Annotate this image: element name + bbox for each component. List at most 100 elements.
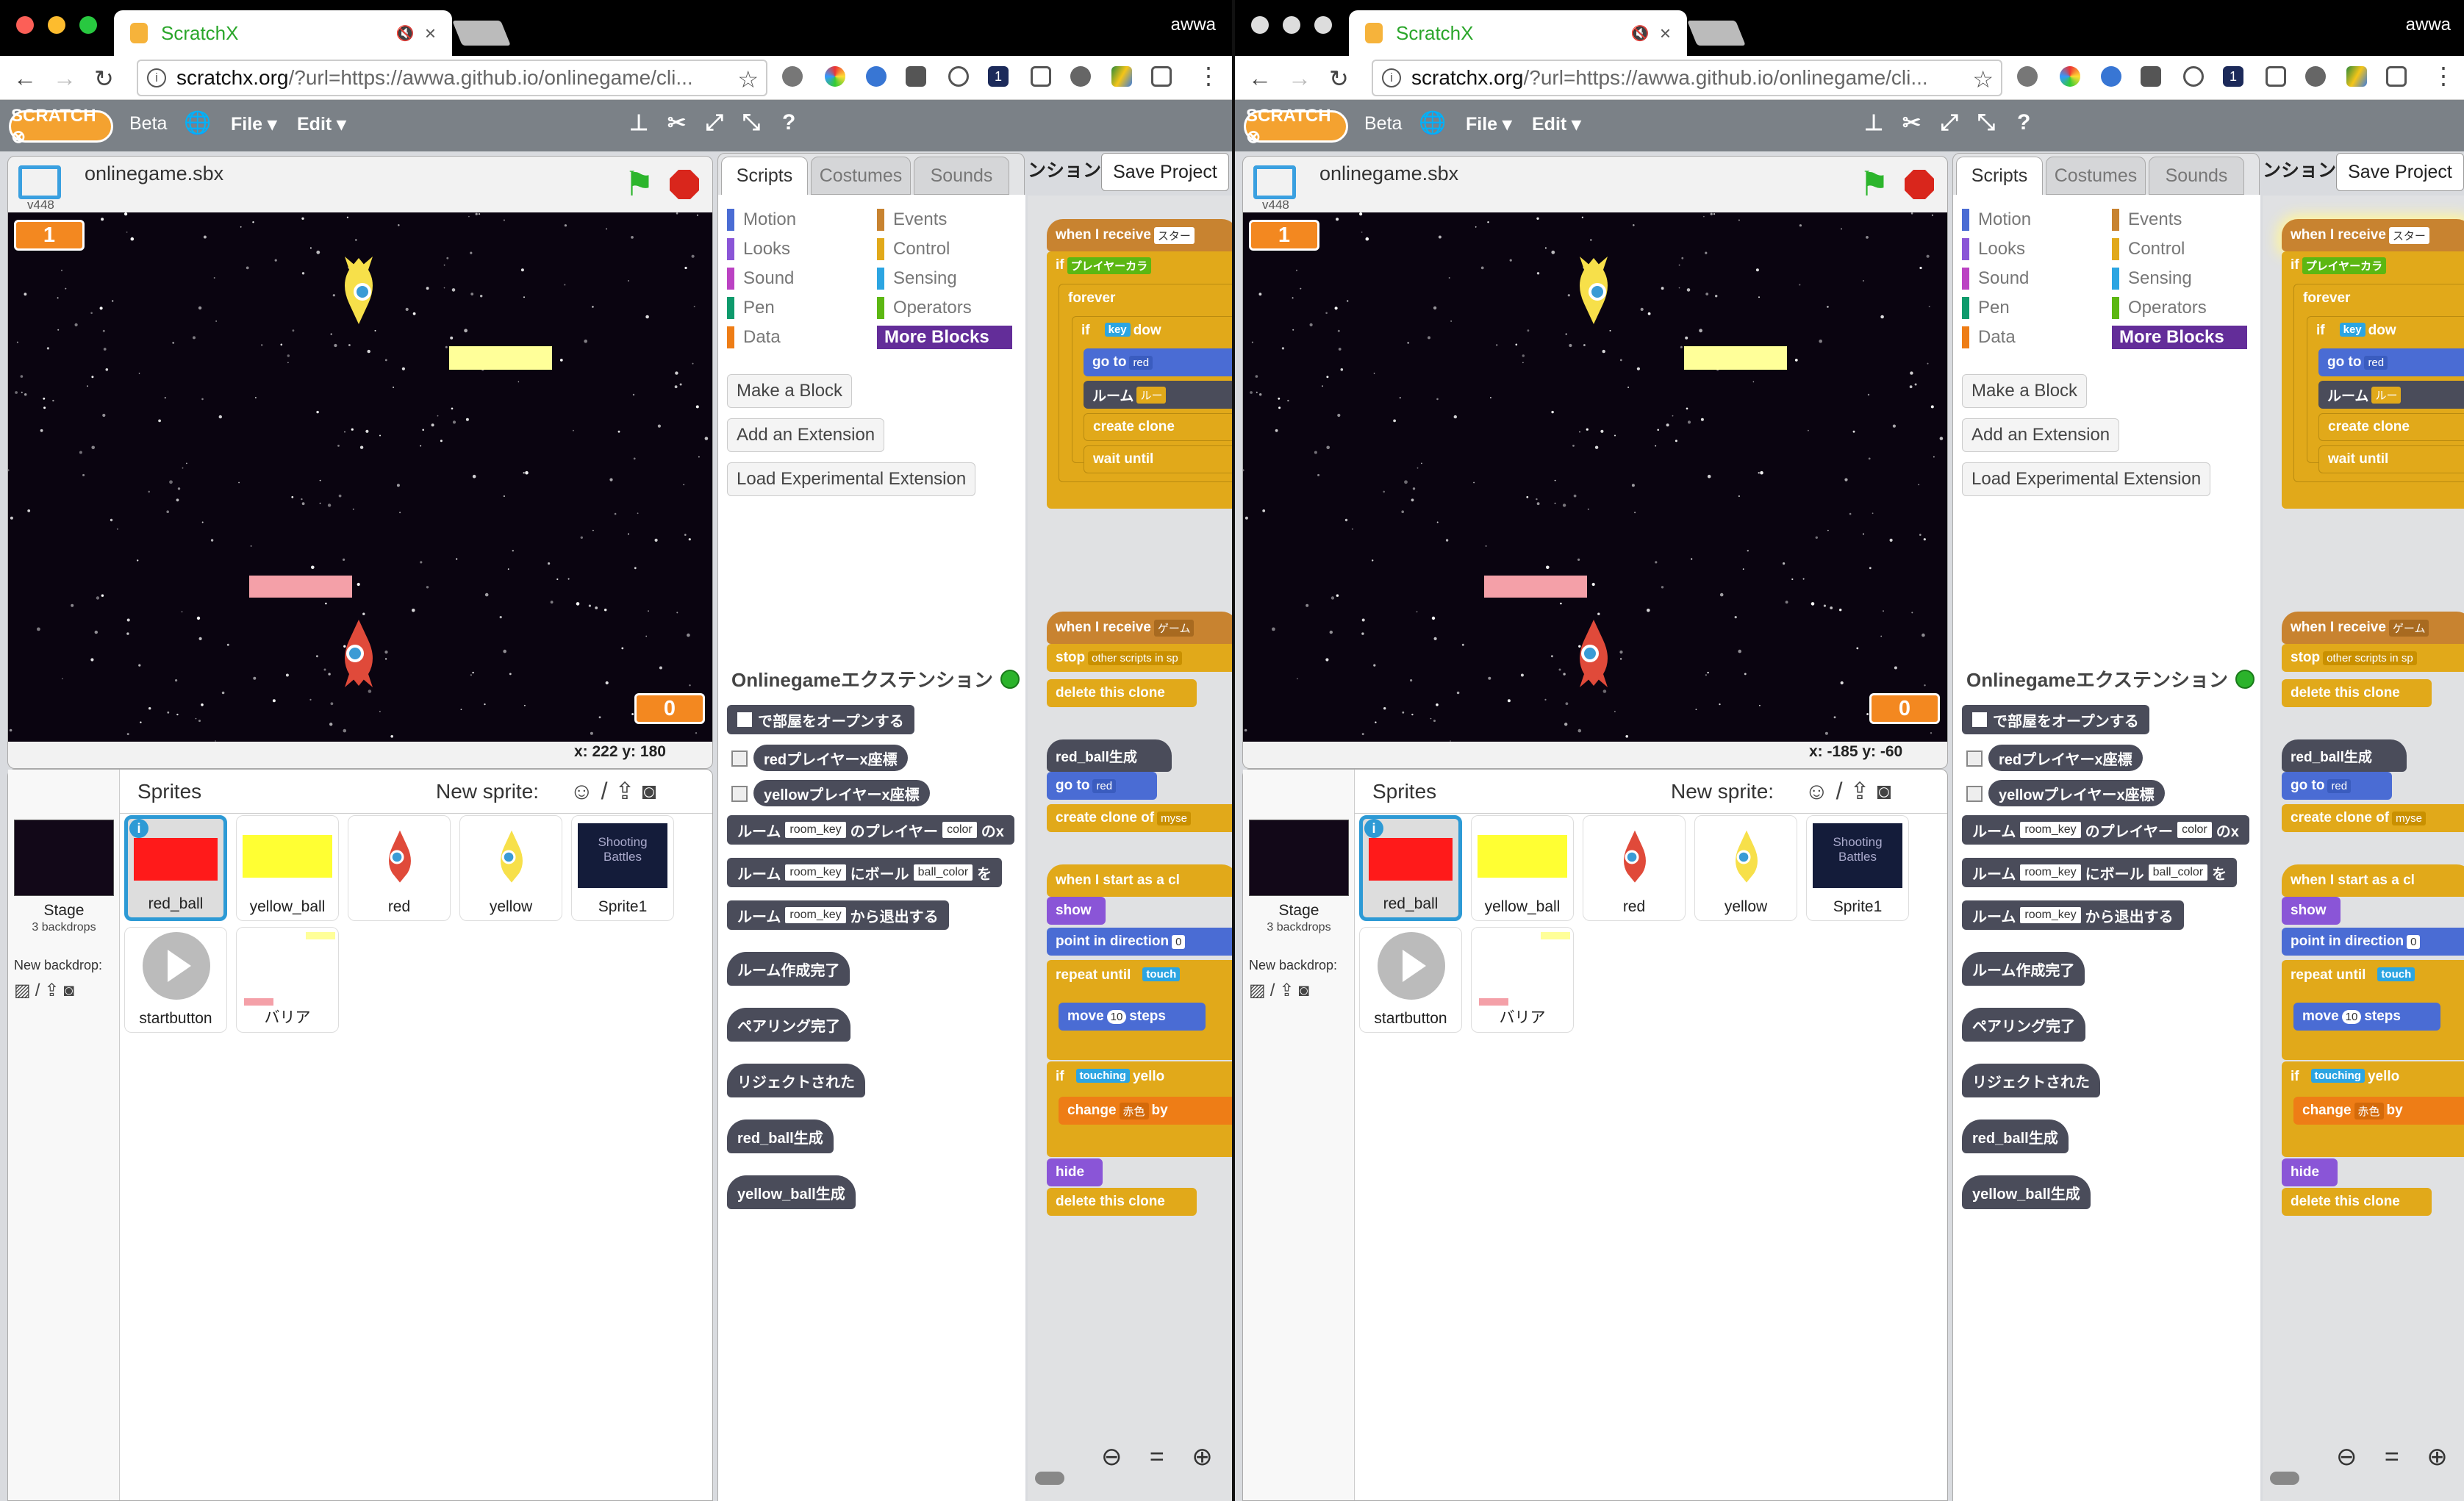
- block-room-ball[interactable]: ルーム room_key にボール ball_color を: [727, 858, 1003, 887]
- camera-backdrop-icon[interactable]: ◙: [1298, 981, 1314, 1000]
- category-pen[interactable]: Pen: [1962, 296, 2010, 320]
- load-experimental-extension-button[interactable]: Load Experimental Extension: [1962, 462, 2211, 496]
- info-icon[interactable]: i: [147, 68, 166, 87]
- script-when-start-clone[interactable]: when I start as a cl: [1047, 864, 1232, 897]
- sprite-info-icon[interactable]: i: [1364, 819, 1383, 838]
- upload-sprite-icon[interactable]: ⇪: [615, 778, 642, 804]
- maximize-window-button[interactable]: [79, 16, 97, 34]
- sprite-library-icon[interactable]: ☺: [570, 778, 601, 804]
- red-rocket-sprite[interactable]: [1569, 618, 1618, 689]
- stage-thumbnail[interactable]: [1249, 820, 1349, 896]
- cast-icon[interactable]: [1031, 66, 1051, 87]
- hat-red-ball-spawn[interactable]: red_ball生成: [727, 1120, 834, 1153]
- script-when-receive-game[interactable]: when I receive ゲーム: [1047, 612, 1232, 644]
- script-point-direction[interactable]: point in direction 0: [2282, 928, 2464, 956]
- help-icon[interactable]: ?: [2017, 110, 2030, 135]
- maximize-window-button[interactable]: [1314, 16, 1332, 34]
- reporter-yellow-x[interactable]: yellowプレイヤーx座標: [1988, 780, 2165, 806]
- tab-costumes[interactable]: Costumes: [811, 157, 911, 195]
- extension-icon-3[interactable]: [866, 66, 887, 87]
- grow-icon[interactable]: ⤢: [706, 110, 723, 135]
- back-arrow-icon[interactable]: ←: [13, 65, 37, 92]
- duplicate-stamp-icon[interactable]: ⊥: [629, 110, 648, 136]
- block-open-room[interactable]: で部屋をオープンする: [1962, 705, 2149, 734]
- drive-icon[interactable]: [2346, 66, 2367, 87]
- script-delete-clone-2[interactable]: delete this clone: [2282, 1188, 2432, 1216]
- reporter-red-x[interactable]: redプレイヤーx座標: [753, 745, 908, 771]
- script-wait-until[interactable]: wait until: [1084, 445, 1232, 473]
- script-hide[interactable]: hide: [2282, 1158, 2338, 1186]
- hat-room-created[interactable]: ルーム作成完了: [727, 952, 850, 986]
- script-show[interactable]: show: [2282, 897, 2341, 925]
- add-extension-button[interactable]: Add an Extension: [727, 418, 885, 452]
- camera-sprite-icon[interactable]: ◙: [642, 778, 663, 804]
- script-when-start-clone[interactable]: when I start as a cl: [2282, 864, 2464, 897]
- category-control[interactable]: Control: [2112, 237, 2185, 261]
- hat-rejected[interactable]: リジェクトされた: [1962, 1064, 2100, 1097]
- script-area[interactable]: when I receive スター if プレイヤーカラ forever if ke…: [1028, 196, 1232, 1501]
- extension-icon-3[interactable]: [2101, 66, 2121, 87]
- fullscreen-icon[interactable]: [18, 165, 61, 199]
- horizontal-scrollbar[interactable]: [1035, 1472, 1064, 1485]
- reporter-checkbox[interactable]: [1966, 786, 1983, 802]
- paint-sprite-icon[interactable]: /: [601, 778, 615, 804]
- hat-room-created[interactable]: ルーム作成完了: [1962, 952, 2085, 986]
- block-input-slot[interactable]: [1972, 712, 1987, 727]
- reporter-yellow-x[interactable]: yellowプレイヤーx座標: [753, 780, 930, 806]
- green-flag-icon[interactable]: ⚑: [1859, 167, 1889, 201]
- sprite-tile-sprite1[interactable]: Shooting Battles Sprite1: [1806, 815, 1909, 921]
- file-menu[interactable]: File ▾: [231, 113, 277, 135]
- duplicate-stamp-icon[interactable]: ⊥: [1864, 110, 1883, 136]
- add-extension-button[interactable]: Add an Extension: [1962, 418, 2120, 452]
- script-go-to-red-2[interactable]: go to red: [1047, 772, 1157, 800]
- draw-backdrop-icon[interactable]: /: [35, 981, 45, 1000]
- back-arrow-icon[interactable]: ←: [1248, 65, 1272, 92]
- browser-menu-icon[interactable]: ⋮: [2432, 62, 2455, 90]
- script-point-direction[interactable]: point in direction 0: [1047, 928, 1232, 956]
- yellow-barrier-sprite[interactable]: [449, 346, 552, 370]
- paint-sprite-icon[interactable]: /: [1836, 778, 1850, 804]
- yellow-rocket-sprite[interactable]: [334, 255, 383, 326]
- category-more-blocks[interactable]: More Blocks: [2112, 326, 2247, 349]
- script-room-block[interactable]: ルーム ルー: [2318, 381, 2464, 409]
- sprite-tile-red-ball[interactable]: i red_ball: [124, 815, 227, 921]
- script-create-clone[interactable]: create clone: [2318, 413, 2464, 441]
- script-stop-other[interactable]: stop other scripts in sp: [2282, 644, 2464, 672]
- tab-sounds[interactable]: Sounds: [2149, 157, 2244, 195]
- drive-icon[interactable]: [1111, 66, 1132, 87]
- stage-canvas[interactable]: 1 0: [1243, 212, 1947, 742]
- profile-name[interactable]: awwa: [2406, 15, 2451, 35]
- address-bar[interactable]: i scratchx.org /?url=https://awwa.github…: [137, 60, 767, 96]
- browser-menu-icon[interactable]: ⋮: [1197, 62, 1220, 90]
- script-red-ball-spawn[interactable]: red_ball生成: [1047, 739, 1172, 772]
- extension-icon-4[interactable]: [2141, 66, 2161, 87]
- tab-costumes[interactable]: Costumes: [2046, 157, 2146, 195]
- block-input-slot[interactable]: [737, 712, 752, 727]
- forward-arrow-icon[interactable]: →: [1288, 65, 1311, 92]
- paint-backdrop-icon[interactable]: ▨: [1249, 981, 1270, 1000]
- hat-pairing-done[interactable]: ペアリング完了: [1962, 1008, 2085, 1042]
- cast-icon[interactable]: [2266, 66, 2286, 87]
- upload-backdrop-icon[interactable]: ⇪: [1279, 981, 1298, 1000]
- cut-scissors-icon[interactable]: ✂: [1902, 110, 1921, 136]
- upload-sprite-icon[interactable]: ⇪: [1850, 778, 1877, 804]
- new-tab-button[interactable]: [452, 21, 511, 46]
- script-change-by[interactable]: change 赤色 by: [1059, 1097, 1232, 1125]
- block-open-room[interactable]: で部屋をオープンする: [727, 705, 914, 734]
- forward-arrow-icon[interactable]: →: [53, 65, 76, 92]
- minimize-window-button[interactable]: [48, 16, 65, 34]
- tab-sounds[interactable]: Sounds: [914, 157, 1009, 195]
- close-tab-icon[interactable]: ×: [425, 22, 436, 45]
- script-when-receive-start[interactable]: when I receive スター: [2282, 219, 2464, 251]
- reporter-checkbox[interactable]: [731, 750, 748, 767]
- script-when-receive-game[interactable]: when I receive ゲーム: [2282, 612, 2464, 644]
- script-go-to-red[interactable]: go to red: [2318, 348, 2464, 376]
- script-delete-clone[interactable]: delete this clone: [1047, 679, 1197, 707]
- category-sound[interactable]: Sound: [1962, 267, 2029, 290]
- language-globe-icon[interactable]: 🌐: [184, 110, 211, 136]
- camera-backdrop-icon[interactable]: ◙: [63, 981, 79, 1000]
- reload-icon[interactable]: ↻: [94, 65, 114, 93]
- red-rocket-sprite[interactable]: [334, 618, 383, 689]
- reload-icon[interactable]: ↻: [1329, 65, 1349, 93]
- extension-icon-6[interactable]: 1: [988, 66, 1009, 87]
